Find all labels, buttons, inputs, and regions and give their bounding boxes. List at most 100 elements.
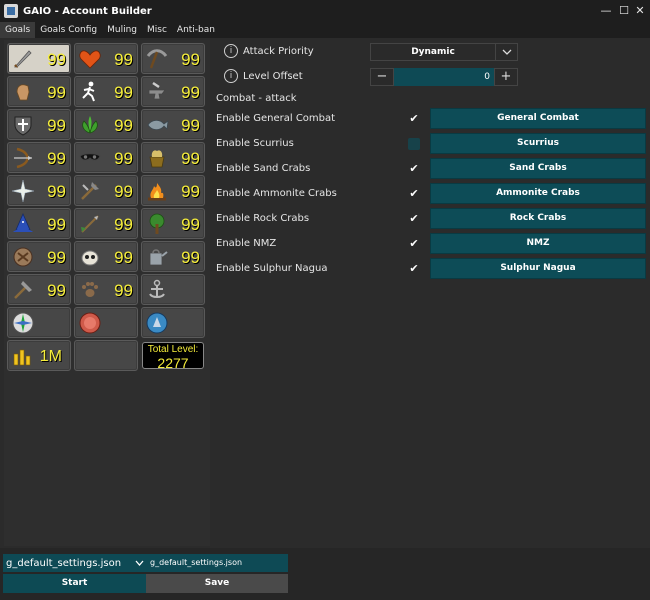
skill-cell[interactable]: 99	[7, 175, 71, 206]
level-offset-value[interactable]: 0	[394, 68, 494, 86]
skill-cell[interactable]: 99	[141, 208, 205, 239]
skill-cell[interactable]	[7, 307, 71, 338]
skill-cell[interactable]: 99	[7, 241, 71, 272]
skill-cell[interactable]: 99	[74, 175, 138, 206]
skill-cell[interactable]: 99	[141, 142, 205, 173]
smithing-icon	[144, 79, 170, 105]
skill-cell[interactable]	[74, 307, 138, 338]
skill-level: 99	[114, 50, 133, 69]
option-config-button[interactable]: Sulphur Nagua	[430, 258, 646, 279]
defence-icon	[10, 112, 36, 138]
option-label: Enable Sand Crabs	[216, 163, 311, 174]
crafting-icon	[77, 178, 103, 204]
quest-icon-red	[77, 310, 103, 336]
settings-file-name-input[interactable]: g_default_settings.json	[146, 554, 288, 572]
option-config-button[interactable]: Scurrius	[430, 133, 646, 154]
empty-skill-cell[interactable]	[74, 340, 138, 371]
option-config-button[interactable]: NMZ	[430, 233, 646, 254]
attack-priority-label: Attack Priority	[243, 45, 314, 57]
skill-cell[interactable]: 99	[74, 142, 138, 173]
tab-muling[interactable]: Muling	[102, 22, 142, 38]
skill-cell[interactable]: 99	[141, 241, 205, 272]
level-offset-stepper[interactable]: − 0 +	[370, 68, 518, 86]
option-checkbox[interactable]: ✔	[408, 163, 420, 175]
skill-level: 99	[114, 281, 133, 300]
skill-cell[interactable]: 99	[74, 274, 138, 305]
increment-button[interactable]: +	[494, 68, 518, 86]
skill-cell[interactable]: 99	[7, 76, 71, 107]
option-label: Enable Rock Crabs	[216, 213, 310, 224]
skill-level: 99	[114, 215, 133, 234]
tab-anti-ban[interactable]: Anti-ban	[172, 22, 220, 38]
combat-option-row: Enable Sand Crabs ✔ Sand Crabs	[212, 158, 648, 180]
skill-cell[interactable]: 99	[141, 76, 205, 107]
skill-cell[interactable]: 99	[74, 43, 138, 74]
info-icon[interactable]: i	[224, 44, 238, 58]
tab-goals-config[interactable]: Goals Config	[35, 22, 102, 38]
option-checkbox[interactable]: ✔	[408, 113, 420, 125]
skill-cell[interactable]: 99	[74, 76, 138, 107]
skill-cell[interactable]: 99	[7, 208, 71, 239]
woodcutting-icon	[144, 211, 170, 237]
info-icon[interactable]: i	[224, 69, 238, 83]
skills-panel: 99 99 99 99 99 99 99 99 99 99 99 99 99 99 99 99 99 99 99 99…	[4, 40, 210, 546]
option-checkbox[interactable]: ✔	[408, 263, 420, 275]
chevron-down-icon[interactable]	[132, 560, 146, 566]
skill-cell[interactable]: 99	[7, 109, 71, 140]
chevron-down-icon[interactable]	[495, 44, 517, 60]
quest-icon-green	[10, 310, 36, 336]
save-button[interactable]: Save	[146, 574, 288, 593]
skill-level: 99	[47, 215, 66, 234]
option-config-button[interactable]: Sand Crabs	[430, 158, 646, 179]
skill-cell[interactable]: 99	[7, 274, 71, 305]
strength-icon	[10, 79, 36, 105]
close-icon[interactable]: ✕	[632, 2, 648, 20]
tab-goals[interactable]: Goals	[0, 22, 36, 38]
skill-level: 99	[181, 116, 200, 135]
skill-cell[interactable]: 99	[7, 142, 71, 173]
combat-option-row: Enable General Combat ✔ General Combat	[212, 108, 648, 130]
app-icon	[4, 4, 18, 18]
skill-level: 99	[181, 182, 200, 201]
skill-cell[interactable]: 99	[74, 109, 138, 140]
coins-icon	[10, 343, 36, 369]
start-button[interactable]: Start	[3, 574, 146, 593]
option-label: Enable Scurrius	[216, 138, 294, 149]
minimize-icon[interactable]: —	[598, 2, 614, 20]
skill-cell[interactable]: 99	[74, 241, 138, 272]
option-label: Enable Sulphur Nagua	[216, 263, 328, 274]
attack-priority-select[interactable]: Dynamic	[370, 43, 518, 61]
window-title: GAIO - Account Builder	[23, 5, 152, 17]
option-config-button[interactable]: Rock Crabs	[430, 208, 646, 229]
skill-cell[interactable]: 99	[141, 43, 205, 74]
tab-misc[interactable]: Misc	[142, 22, 172, 38]
fishing-icon	[144, 112, 170, 138]
skill-cell[interactable]: 99	[74, 208, 138, 239]
decrement-button[interactable]: −	[370, 68, 394, 86]
option-checkbox[interactable]: ✔	[408, 238, 420, 250]
option-checkbox[interactable]: ✔	[408, 213, 420, 225]
combat-option-row: Enable Ammonite Crabs ✔ Ammonite Crabs	[212, 183, 648, 205]
gp-cell[interactable]: 1M	[7, 340, 71, 371]
skill-cell[interactable]	[141, 307, 205, 338]
maximize-icon[interactable]: ☐	[616, 2, 632, 20]
skill-cell[interactable]: 99	[7, 43, 71, 74]
slayer-icon	[77, 244, 103, 270]
skill-cell[interactable]: 99	[141, 109, 205, 140]
skill-level: 99	[114, 248, 133, 267]
option-config-button[interactable]: Ammonite Crabs	[430, 183, 646, 204]
total-level-label: Total Level:	[147, 344, 199, 355]
skill-cell[interactable]: 99	[141, 175, 205, 206]
option-checkbox[interactable]: ✔	[408, 188, 420, 200]
skill-cell[interactable]	[141, 274, 205, 305]
title-bar: GAIO - Account Builder — ☐ ✕	[0, 0, 650, 22]
skill-level: 99	[181, 83, 200, 102]
thieving-icon	[77, 145, 103, 171]
magic-icon	[10, 211, 36, 237]
option-label: Enable Ammonite Crabs	[216, 188, 337, 199]
option-checkbox[interactable]	[408, 138, 420, 150]
settings-file-select[interactable]: g_default_settings.json	[3, 554, 146, 572]
skill-level: 99	[47, 281, 66, 300]
option-config-button[interactable]: General Combat	[430, 108, 646, 129]
herblore-icon	[77, 112, 103, 138]
